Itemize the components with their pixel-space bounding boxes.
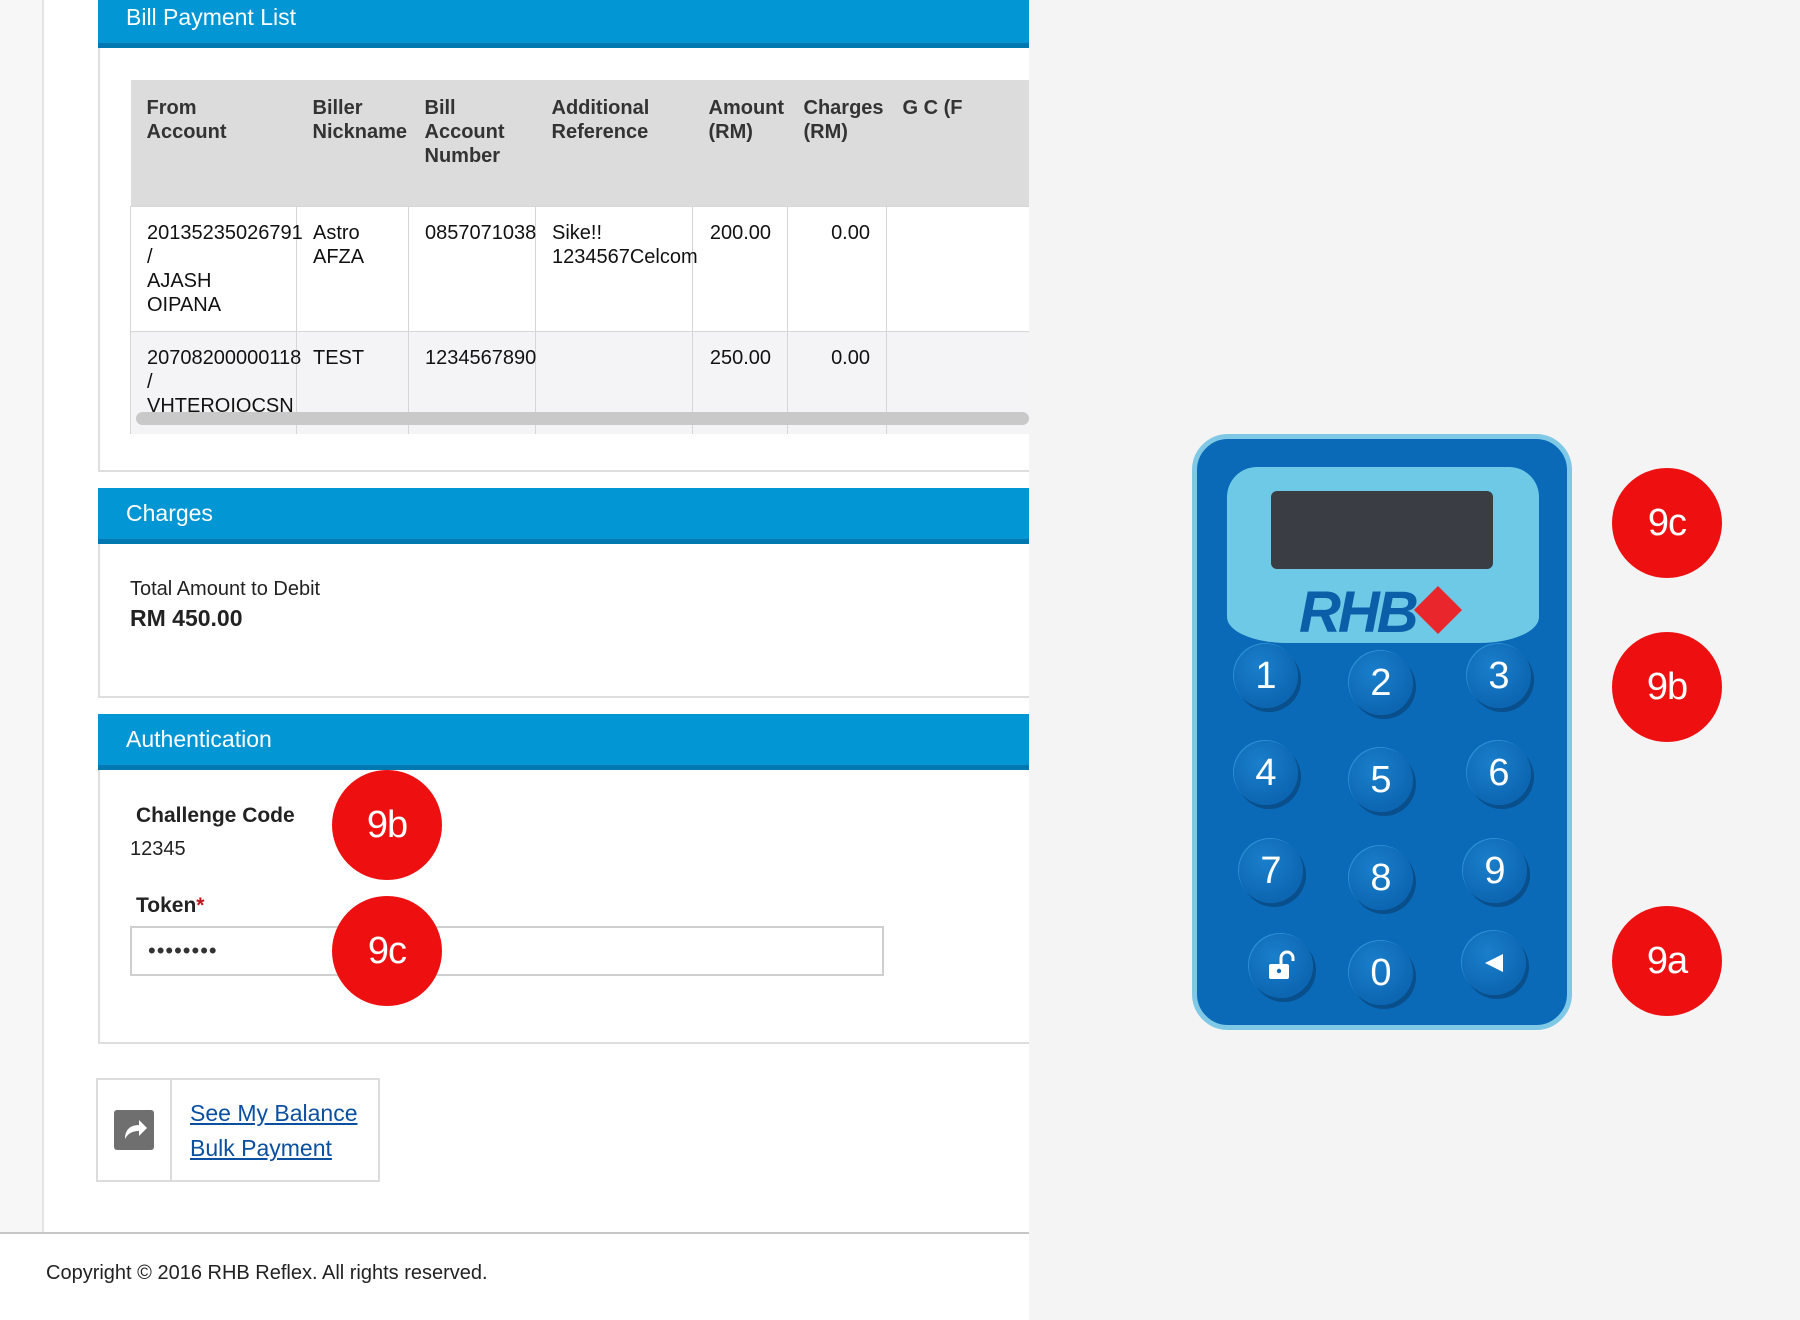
horizontal-scrollbar[interactable] xyxy=(136,412,1029,425)
col-additional-reference: Additional Reference xyxy=(535,80,693,206)
table-header-row: From Account Biller Nickname Bill Accoun… xyxy=(130,80,1029,206)
charges-header: Charges xyxy=(98,488,1029,544)
from-account-number: 20135235026791 xyxy=(147,221,303,244)
device-key-6[interactable]: 6 xyxy=(1467,741,1531,805)
total-amount-value: RM 450.00 xyxy=(130,605,243,631)
cell-charges: 0.00 xyxy=(787,205,887,332)
copyright-text: Copyright © 2016 RHB Reflex. All rights … xyxy=(46,1262,488,1284)
device-key-3[interactable]: 3 xyxy=(1467,644,1531,708)
quick-links-icon-cell xyxy=(98,1080,172,1180)
left-margin-strip xyxy=(0,0,44,1232)
from-account-separator: / xyxy=(147,370,153,393)
challenge-code-label: Challenge Code xyxy=(136,804,295,827)
device-key-1[interactable]: 1 xyxy=(1234,644,1298,708)
unlock-icon xyxy=(1269,950,1295,979)
badge-device-screen: 9c xyxy=(1612,468,1722,578)
device-key-4[interactable]: 4 xyxy=(1234,741,1298,805)
challenge-code-value: 12345 xyxy=(130,838,186,860)
col-charges: Charges (RM) xyxy=(787,80,887,206)
device-key-2[interactable]: 2 xyxy=(1349,651,1413,715)
quick-links-box: See My Balance Bulk Payment xyxy=(96,1078,380,1182)
charges-section: Charges Total Amount to Debit RM 450.00 xyxy=(98,488,1029,698)
bulk-payment-link[interactable]: Bulk Payment xyxy=(190,1135,332,1162)
from-account-name: AJASH OIPANA xyxy=(147,269,222,316)
badge-token-input: 9c xyxy=(332,896,442,1006)
col-biller-nickname: Biller Nickname xyxy=(296,80,409,206)
authentication-title: Authentication xyxy=(126,726,272,752)
device-display-area: RHB xyxy=(1227,467,1539,645)
bill-payment-table: From Account Biller Nickname Bill Accoun… xyxy=(130,80,1029,434)
badge-device-unlock: 9a xyxy=(1612,906,1722,1016)
col-bill-account-number: Bill Account Number xyxy=(408,80,536,206)
token-input[interactable] xyxy=(130,926,884,976)
device-logo: RHB xyxy=(1299,580,1419,645)
device-key-9[interactable]: 9 xyxy=(1463,839,1527,903)
cell-amount: 200.00 xyxy=(692,205,788,332)
see-my-balance-link[interactable]: See My Balance xyxy=(190,1100,357,1127)
device-key-0[interactable]: 0 xyxy=(1349,941,1413,1005)
bill-payment-list-section: Bill Payment List From Account Biller Ni… xyxy=(98,0,1029,472)
authentication-section: Authentication Challenge Code 12345 Toke… xyxy=(98,714,1029,1044)
col-amount: Amount (RM) xyxy=(692,80,788,206)
token-label-text: Token xyxy=(136,894,197,917)
from-account-number: 20708200000118 xyxy=(147,346,302,369)
badge-challenge-code: 9b xyxy=(332,770,442,880)
authentication-header: Authentication xyxy=(98,714,1029,770)
cell-bill-account: 0857071038 xyxy=(408,205,536,332)
token-label: Token* xyxy=(136,894,204,918)
device-key-unlock[interactable] xyxy=(1249,934,1313,998)
device-key-5[interactable]: 5 xyxy=(1349,748,1413,812)
device-lcd-screen xyxy=(1271,491,1493,569)
cell-reference: Sike!! 1234567Celcom xyxy=(535,205,698,332)
rhb-diamond-icon xyxy=(1413,585,1463,635)
device-key-back[interactable] xyxy=(1462,931,1526,995)
rhb-token-device: RHB 1 2 3 4 5 6 7 8 9 0 xyxy=(1192,434,1572,1030)
device-key-8[interactable]: 8 xyxy=(1349,846,1413,910)
required-marker: * xyxy=(196,894,205,917)
badge-device-keypad: 9b xyxy=(1612,632,1722,742)
from-account-separator: / xyxy=(147,245,153,268)
col-truncated: G C (F xyxy=(886,80,1029,206)
web-page: Bill Payment List From Account Biller Ni… xyxy=(0,0,1029,1320)
charges-title: Charges xyxy=(126,500,213,526)
col-from-account: From Account xyxy=(130,80,297,206)
cell-biller: Astro AFZA xyxy=(296,205,409,332)
bill-payment-list-title: Bill Payment List xyxy=(126,4,297,30)
bill-payment-list-header: Bill Payment List xyxy=(98,0,1029,48)
bill-table-scroll-area[interactable]: From Account Biller Nickname Bill Accoun… xyxy=(130,80,1029,434)
cell-truncated xyxy=(886,205,1029,332)
device-key-7[interactable]: 7 xyxy=(1239,839,1303,903)
cell-from-account: 20135235026791 / AJASH OIPANA xyxy=(130,205,303,332)
back-arrow-icon xyxy=(1485,954,1503,972)
redo-arrow-icon xyxy=(114,1110,154,1150)
footer: Copyright © 2016 RHB Reflex. All rights … xyxy=(0,1232,1029,1320)
table-row: 20135235026791 / AJASH OIPANA Astro AFZA… xyxy=(130,205,1029,332)
total-amount-label: Total Amount to Debit xyxy=(130,578,321,600)
